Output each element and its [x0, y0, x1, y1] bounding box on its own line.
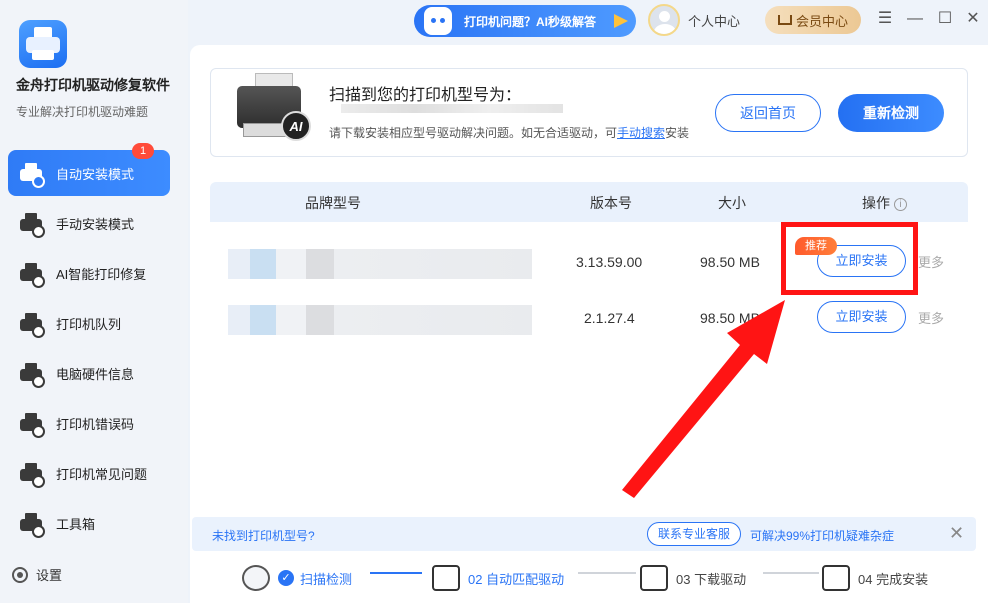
- driver-size: 98.50 MB: [700, 254, 760, 270]
- gauge-icon: [242, 565, 270, 591]
- sidebar-nav: 自动安装模式 1 手动安装模式 AI智能打印修复 打印机队列 电脑硬件信息 打印…: [8, 143, 170, 550]
- step-label: 03 下载驱动: [676, 571, 747, 587]
- user-center-label: 个人中心: [688, 13, 741, 29]
- driver-size: 98.50 MB: [700, 310, 760, 326]
- app-logo-icon: [19, 20, 67, 68]
- notice-tagline: 可解决99%打印机疑难杂症: [750, 529, 895, 543]
- sidebar: 金舟打印机驱动修复软件 专业解决打印机驱动难题 自动安装模式 1 手动安装模式 …: [0, 0, 188, 603]
- blurred-model-name: [341, 104, 563, 113]
- vip-center-button[interactable]: 会员中心: [765, 6, 861, 34]
- step-connector: [370, 572, 422, 574]
- rescan-button[interactable]: 重新检测: [838, 94, 944, 132]
- sidebar-item-label: AI智能打印修复: [56, 266, 147, 282]
- sidebar-item-ai-repair[interactable]: AI智能打印修复: [8, 250, 170, 296]
- sidebar-item-toolbox[interactable]: 工具箱: [8, 500, 170, 546]
- menu-icon[interactable]: ☰: [876, 10, 894, 28]
- sidebar-item-label: 自动安装模式: [56, 166, 135, 182]
- laptop-check-icon: [822, 565, 850, 591]
- user-center-button[interactable]: 个人中心: [648, 4, 740, 36]
- hardware-info-icon: [18, 359, 46, 388]
- header-action: 操作 i: [862, 193, 907, 213]
- more-link[interactable]: 更多: [918, 308, 944, 327]
- auto-install-icon: [18, 159, 46, 188]
- sidebar-item-faq[interactable]: 打印机常见问题: [8, 450, 170, 496]
- step-scan: ✓ 扫描检测: [242, 565, 352, 591]
- close-icon[interactable]: ✕: [964, 10, 982, 28]
- scan-result-card: AI 扫描到您的打印机型号为： 请下载安装相应型号驱动解决问题。如无合适驱动，可…: [210, 68, 968, 157]
- close-icon[interactable]: ✕: [949, 523, 964, 544]
- app-subtitle: 专业解决打印机驱动难题: [16, 105, 149, 119]
- sidebar-item-label: 手动安装模式: [56, 216, 135, 232]
- step-label: 扫描检测: [300, 571, 353, 587]
- highlight-box: [781, 222, 918, 295]
- sidebar-item-hardware-info[interactable]: 电脑硬件信息: [8, 350, 170, 396]
- sidebar-item-label: 电脑硬件信息: [56, 366, 135, 382]
- ai-assistant-banner[interactable]: 打印机问题？AI秒级解答: [414, 5, 636, 37]
- table-row: 2.1.27.4 98.50 MB 立即安装 更多: [210, 291, 968, 347]
- gear-icon: [12, 566, 28, 583]
- hint-suffix: 安装: [665, 126, 690, 140]
- step-complete: 04 完成安装: [822, 565, 928, 591]
- sidebar-item-label: 打印机错误码: [56, 416, 135, 432]
- error-code-icon: [18, 409, 46, 438]
- step-connector: [763, 572, 819, 574]
- hint-text: 请下载安装相应型号驱动解决问题。如无合适驱动，可: [329, 126, 618, 140]
- info-icon[interactable]: i: [894, 198, 907, 211]
- header-version: 版本号: [590, 195, 632, 211]
- sidebar-item-manual-install[interactable]: 手动安装模式: [8, 200, 170, 246]
- install-now-button[interactable]: 立即安装: [817, 301, 906, 333]
- send-icon: [614, 14, 628, 28]
- settings-button[interactable]: 设置: [12, 565, 62, 584]
- robot-icon: [424, 7, 452, 35]
- scan-title: 扫描到您的打印机型号为：: [329, 87, 522, 104]
- sidebar-item-auto-install[interactable]: 自动安装模式 1: [8, 143, 170, 196]
- manual-install-icon: [18, 209, 46, 238]
- maximize-icon[interactable]: ☐: [936, 10, 954, 28]
- step-match: 02 自动匹配驱动: [432, 565, 564, 591]
- manual-search-link[interactable]: 手动搜索: [617, 126, 665, 140]
- sidebar-item-label: 工具箱: [56, 516, 96, 532]
- notice-bar: 未找到打印机型号? 联系专业客服 可解决99%打印机疑难杂症 ✕: [192, 517, 976, 551]
- printer-queue-icon: [18, 309, 46, 338]
- header-size: 大小: [718, 195, 746, 211]
- step-download: 03 下载驱动: [640, 565, 746, 591]
- faq-icon: [18, 459, 46, 488]
- document-star-icon: [432, 565, 460, 591]
- progress-steps: ✓ 扫描检测 02 自动匹配驱动 03 下载驱动 04 完成安装: [190, 555, 988, 603]
- settings-label: 设置: [36, 568, 63, 583]
- header-brand-model: 品牌型号: [305, 195, 361, 211]
- vip-center-label: 会员中心: [795, 13, 848, 29]
- blurred-driver-name: [228, 249, 532, 279]
- scan-hint: 请下载安装相应型号驱动解决问题。如无合适驱动，可手动搜索安装: [329, 123, 699, 143]
- driver-version: 3.13.59.00: [576, 254, 643, 270]
- driver-table-header: 品牌型号 版本号 大小 操作 i: [210, 182, 968, 222]
- back-home-button[interactable]: 返回首页: [715, 94, 821, 132]
- toolbox-icon: [18, 509, 46, 538]
- avatar: [648, 4, 680, 36]
- sidebar-item-label: 打印机队列: [56, 316, 122, 332]
- printer-download-icon: [640, 565, 668, 591]
- sidebar-item-label: 打印机常见问题: [56, 466, 148, 482]
- step-label: 02 自动匹配驱动: [468, 571, 565, 587]
- step-connector: [578, 572, 636, 574]
- ai-repair-icon: [18, 259, 46, 288]
- check-icon: ✓: [278, 570, 294, 586]
- blurred-driver-name: [228, 305, 532, 335]
- sidebar-item-printer-queue[interactable]: 打印机队列: [8, 300, 170, 346]
- sidebar-item-error-code[interactable]: 打印机错误码: [8, 400, 170, 446]
- ai-banner-text: 打印机问题？AI秒级解答: [464, 14, 597, 29]
- minimize-icon[interactable]: —: [906, 10, 924, 28]
- more-link[interactable]: 更多: [918, 252, 944, 271]
- app-title: 金舟打印机驱动修复软件: [16, 77, 170, 93]
- notification-badge: 1: [132, 143, 154, 159]
- driver-version: 2.1.27.4: [584, 310, 635, 326]
- notice-text: 未找到打印机型号?: [212, 529, 315, 543]
- header-action-label: 操作: [862, 195, 890, 211]
- ai-badge: AI: [281, 111, 311, 141]
- crown-icon: [777, 15, 792, 25]
- contact-support-button[interactable]: 联系专业客服: [647, 522, 741, 546]
- step-label: 04 完成安装: [858, 571, 929, 587]
- printer-ai-icon: AI: [219, 59, 319, 154]
